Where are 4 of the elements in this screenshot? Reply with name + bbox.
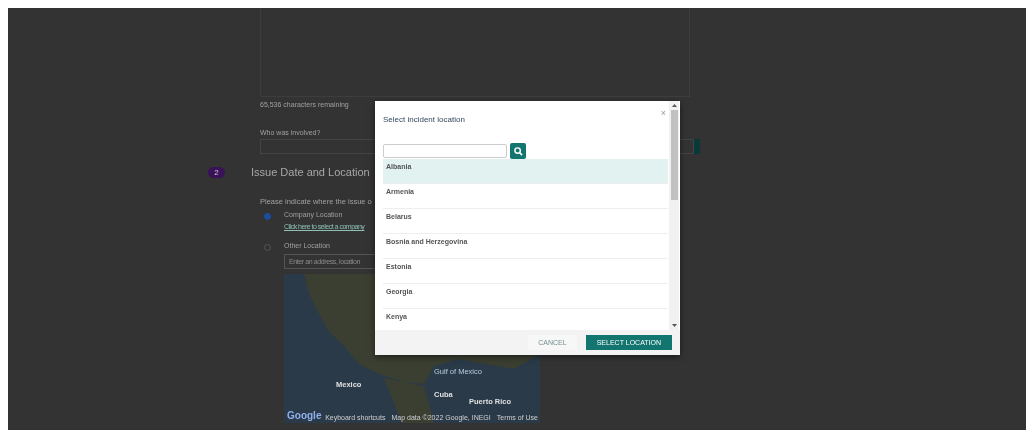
map-logo: Google — [287, 410, 322, 421]
step-badge: 2 — [208, 166, 225, 178]
section-title: Issue Date and Location — [251, 166, 370, 178]
modal-title: Select incident location — [383, 115, 465, 126]
